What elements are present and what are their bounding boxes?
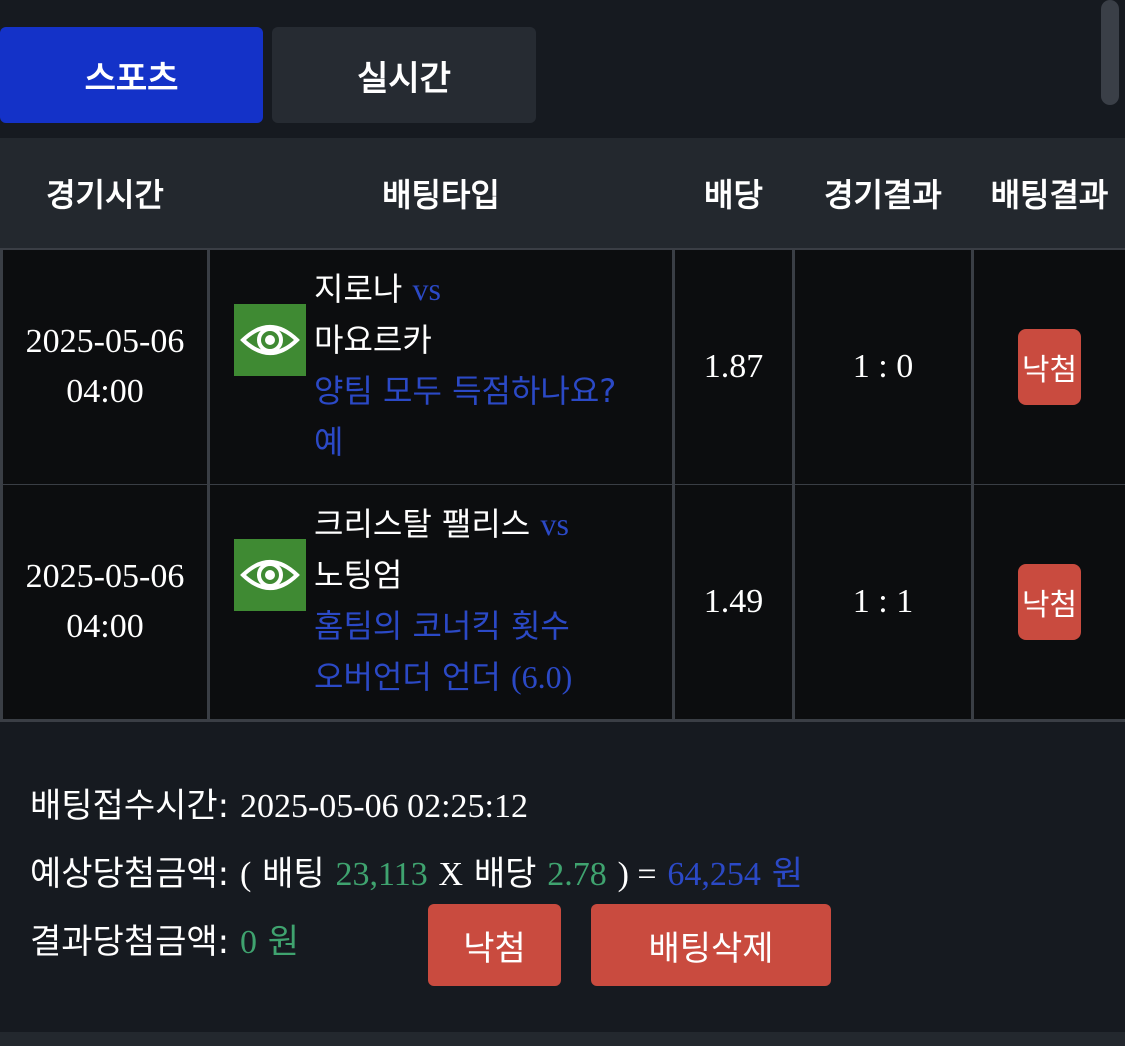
bet-type-text: 지로나 vs 마요르카 양팀 모두 득점하나요? 예 bbox=[314, 264, 664, 468]
lose-status-button[interactable]: 낙첨 bbox=[428, 904, 561, 986]
expected-won: 원 bbox=[771, 854, 803, 894]
table-row: 2025-05-06 04:00 지로나 vs 마요르카 양팀 모두 득점하나요… bbox=[0, 250, 1125, 486]
bet-type-cell: 지로나 vs 마요르카 양팀 모두 득점하나요? 예 bbox=[210, 250, 672, 484]
bet-type-cell: 크리스탈 팰리스 vs 노팅엄 홈팀의 코너킥 횟수 오버언더 언더 (6.0) bbox=[210, 485, 672, 719]
open-paren: ( bbox=[239, 856, 252, 893]
bet-time-line: 배팅접수시간: 2025-05-06 02:25:12 bbox=[30, 778, 528, 827]
match-time-cell: 2025-05-06 04:00 bbox=[3, 485, 207, 719]
bet-pick-text: 오버언더 언더 bbox=[314, 658, 511, 696]
view-detail-button[interactable] bbox=[234, 539, 306, 611]
odds-word: 배당 bbox=[473, 854, 537, 894]
result-won: 원 bbox=[267, 922, 300, 962]
lose-badge: 낙첨 bbox=[1018, 329, 1081, 405]
vs-label: vs bbox=[412, 271, 441, 307]
bet-pick: 오버언더 언더 (6.0) bbox=[314, 652, 664, 703]
vs-label: vs bbox=[540, 506, 569, 542]
bet-summary: 배팅접수시간: 2025-05-06 02:25:12 예상당첨금액: ( 배팅… bbox=[0, 722, 1125, 1032]
bottom-bar bbox=[0, 1032, 1125, 1046]
eye-icon bbox=[240, 560, 300, 590]
result-win-line: 결과당첨금액: 0 원 bbox=[30, 914, 299, 963]
header-match-time: 경기시간 bbox=[46, 176, 164, 214]
bet-result-cell: 낙첨 bbox=[974, 250, 1125, 484]
eye-icon bbox=[240, 325, 300, 355]
header-match-result: 경기결과 bbox=[824, 176, 942, 214]
bet-history-page: 스포츠 실시간 경기시간 배팅타입 배당 경기결과 배팅결과 2025-05-0… bbox=[0, 0, 1125, 1046]
header-bet-result: 배팅결과 bbox=[990, 176, 1109, 214]
away-team: 노팅엄 bbox=[314, 556, 403, 594]
lose-badge: 낙첨 bbox=[1018, 564, 1081, 640]
tab-live[interactable]: 실시간 bbox=[272, 27, 536, 123]
delete-bet-button[interactable]: 배팅삭제 bbox=[591, 904, 831, 986]
close-paren-equals: ) = bbox=[617, 856, 657, 893]
header-bet-type: 배팅타입 bbox=[382, 176, 500, 214]
bet-amount: 23,113 bbox=[335, 856, 428, 893]
away-team: 마요르카 bbox=[314, 321, 432, 359]
home-team: 지로나 bbox=[314, 270, 403, 308]
match-time: 04:00 bbox=[66, 373, 144, 410]
header-odds: 배당 bbox=[704, 176, 763, 214]
match-date: 2025-05-06 bbox=[25, 323, 185, 360]
expected-amount: 64,254 bbox=[667, 856, 761, 893]
match-time: 04:00 bbox=[66, 608, 144, 645]
expected-label: 예상당첨금액: bbox=[30, 854, 230, 894]
table-row: 2025-05-06 04:00 크리스탈 팰리스 vs 노팅엄 홈팀의 코너킥… bbox=[0, 485, 1125, 721]
bet-word: 배팅 bbox=[262, 854, 325, 894]
odds-cell: 1.87 bbox=[675, 250, 792, 484]
tab-bar: 스포츠 실시간 bbox=[0, 27, 1125, 123]
bet-pick-line: (6.0) bbox=[510, 659, 573, 695]
bet-time-label: 배팅접수시간: bbox=[30, 786, 230, 826]
match-time-cell: 2025-05-06 04:00 bbox=[3, 250, 207, 484]
market-name: 홈팀의 코너킥 횟수 bbox=[314, 607, 570, 645]
score-cell: 1 : 1 bbox=[795, 485, 971, 719]
bet-result-cell: 낙첨 bbox=[974, 485, 1125, 719]
match-date: 2025-05-06 bbox=[25, 558, 185, 595]
bet-table-body: 2025-05-06 04:00 지로나 vs 마요르카 양팀 모두 득점하나요… bbox=[0, 248, 1125, 722]
market-name: 양팀 모두 득점하나요? bbox=[314, 372, 617, 410]
odds-cell: 1.49 bbox=[675, 485, 792, 719]
home-team: 크리스탈 팰리스 bbox=[314, 505, 531, 543]
tab-sports[interactable]: 스포츠 bbox=[0, 27, 263, 123]
view-detail-button[interactable] bbox=[234, 304, 306, 376]
result-amount: 0 bbox=[239, 924, 257, 961]
expected-win-line: 예상당첨금액: ( 배팅 23,113 X 배당 2.78 ) = 64,254… bbox=[30, 846, 803, 895]
multiply-sign: X bbox=[438, 856, 464, 893]
bet-type-text: 크리스탈 팰리스 vs 노팅엄 홈팀의 코너킥 횟수 오버언더 언더 (6.0) bbox=[314, 499, 664, 703]
bet-time-value: 2025-05-06 02:25:12 bbox=[239, 788, 528, 825]
score-cell: 1 : 0 bbox=[795, 250, 971, 484]
result-label: 결과당첨금액: bbox=[30, 922, 230, 962]
table-header: 경기시간 배팅타입 배당 경기결과 배팅결과 bbox=[0, 138, 1125, 248]
total-odds: 2.78 bbox=[547, 856, 607, 893]
bet-pick: 예 bbox=[314, 423, 344, 461]
